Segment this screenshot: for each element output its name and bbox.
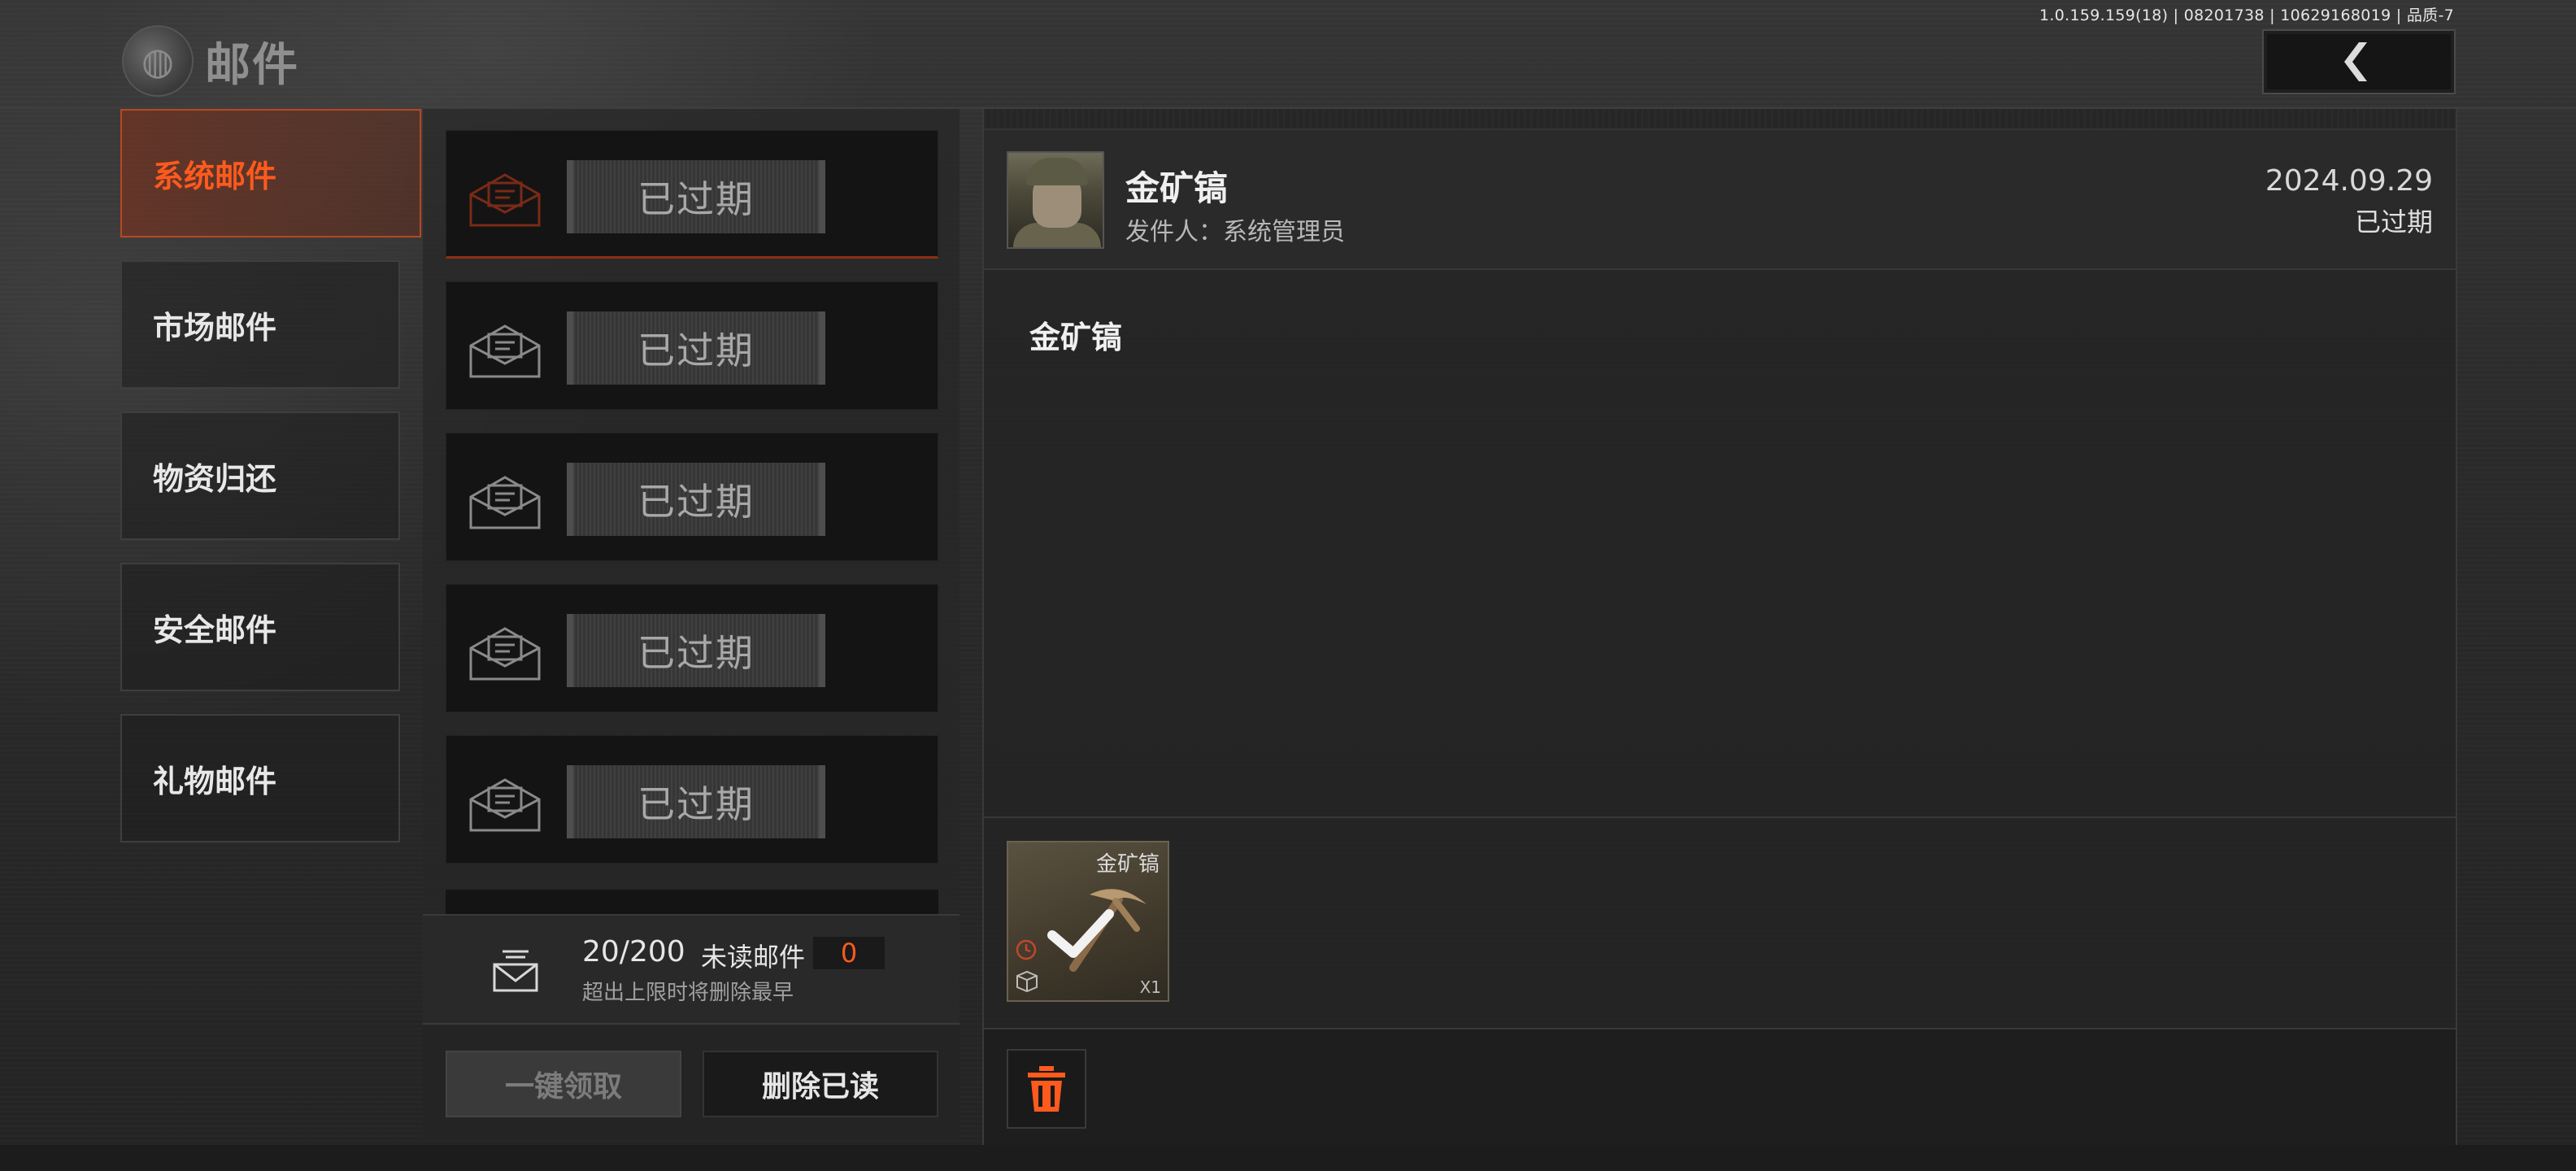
category-supply-return[interactable]: 物资归还 [120,411,400,540]
category-system[interactable]: 系统邮件 [120,109,421,237]
expired-badge: 已过期 [567,765,825,838]
unread-label: 未读邮件 [701,942,806,973]
open-envelope-icon [469,324,541,378]
delete-mail-button[interactable] [1007,1049,1086,1129]
claim-all-button[interactable]: 一键领取 [446,1051,681,1117]
open-envelope-icon [469,173,541,227]
open-envelope-icon [469,778,541,832]
category-label: 物资归还 [153,460,277,497]
attachment-divider [984,816,2456,818]
mail-list-item[interactable]: 已过期 [446,735,938,864]
capacity-note: 超出上限时将删除最早 [582,981,794,1005]
expired-badge: 已过期 [567,160,825,233]
chevron-left-icon [2344,42,2367,81]
unread-count-badge: 0 [813,937,885,969]
attachment-item[interactable]: 金矿镐 X1 [1007,841,1169,1002]
expired-badge: 已过期 [567,311,825,385]
mailbox-stats: 20/200 未读邮件 0 超出上限时将删除最早 [423,914,959,1025]
open-envelope-icon [469,476,541,529]
mail-list-item[interactable]: 已过期 [446,281,938,410]
category-gift[interactable]: 礼物邮件 [120,714,400,842]
gold-pickaxe-icon [1047,889,1147,972]
detail-footer [984,1028,2456,1145]
page-title: 邮件 [205,38,299,92]
sender-avatar [1007,151,1104,249]
mail-list-item[interactable]: 已过期 [446,433,938,561]
mail-list-item-partial[interactable] [446,890,938,914]
delete-read-button[interactable]: 删除已读 [703,1051,938,1117]
mail-list-item[interactable]: 已过期 [446,130,938,259]
mail-body: 金矿镐 [1029,320,1123,355]
bottom-bar [0,1145,2576,1171]
version-info: 1.0.159.159(18) | 08201738 | 10629168019… [2039,7,2454,24]
box-icon [1016,970,1038,992]
list-actions: 一键领取 删除已读 [423,1026,959,1140]
mail-date: 2024.09.29 [2265,164,2433,198]
mail-count: 20/200 [582,935,685,969]
open-envelope-icon [469,627,541,681]
clock-icon [1016,939,1037,960]
mail-status: 已过期 [2354,207,2433,237]
decorative-strip [984,109,2456,130]
mail-sender: 发件人：系统管理员 [1125,218,1345,246]
expired-badge: 已过期 [567,463,825,536]
category-market[interactable]: 市场邮件 [120,260,400,389]
expired-badge: 已过期 [567,614,825,687]
category-label: 礼物邮件 [153,763,277,799]
mail-detail: 金矿镐 发件人：系统管理员 2024.09.29 已过期 金矿镐 金矿镐 X1 [982,109,2457,1145]
mail-title: 金矿镐 [1125,168,1229,208]
back-button[interactable] [2262,29,2456,94]
mailbox-icon [493,950,538,992]
detail-header: 金矿镐 发件人：系统管理员 2024.09.29 已过期 [984,130,2456,270]
attachment-quantity: X1 [1139,977,1161,997]
mail-list-item[interactable]: 已过期 [446,584,938,712]
globe-icon: ◍ [122,25,194,97]
page-header: ◍ 邮件 [122,24,299,98]
mail-list[interactable]: 已过期 已过期 已过期 已过期 已过期 [423,109,959,914]
trash-icon [1028,1066,1065,1112]
category-security[interactable]: 安全邮件 [120,563,400,691]
category-label: 安全邮件 [153,612,277,648]
category-label: 系统邮件 [153,158,277,194]
category-label: 市场邮件 [153,309,277,346]
